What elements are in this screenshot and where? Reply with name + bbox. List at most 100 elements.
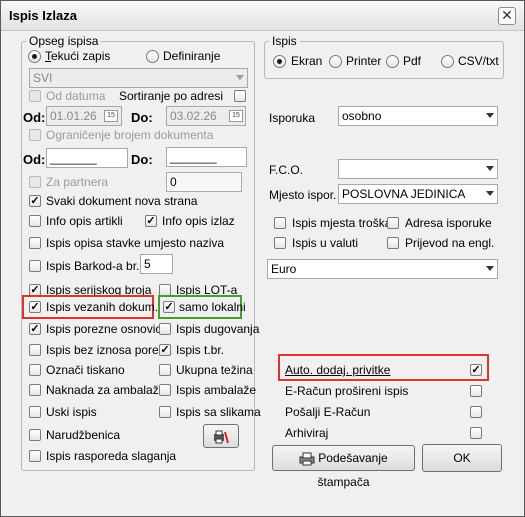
fco-select[interactable] bbox=[338, 159, 498, 179]
ispis-u-valuti-checkbox[interactable] bbox=[274, 237, 286, 249]
chevron-down-icon bbox=[486, 166, 494, 171]
ispis-barkoda-checkbox[interactable] bbox=[29, 260, 41, 272]
oznaci-tiskano-checkbox[interactable] bbox=[29, 364, 41, 376]
radio-ekran-label: Ekran bbox=[291, 54, 323, 68]
narudzbenica-checkbox[interactable] bbox=[29, 429, 41, 441]
ispis-mjesta-checkbox[interactable] bbox=[274, 217, 286, 229]
radio-printer[interactable] bbox=[329, 55, 342, 68]
radio-tekuci-zapis[interactable] bbox=[28, 50, 41, 63]
od-num-label: Od: bbox=[23, 152, 46, 167]
eracun-prosireni-checkbox[interactable] bbox=[470, 385, 482, 397]
radio-ekran[interactable] bbox=[273, 55, 286, 68]
ispis-dugovanja-checkbox[interactable] bbox=[159, 323, 171, 335]
ispis-vezanih-checkbox[interactable]: ✓ bbox=[29, 301, 41, 313]
num-from-input[interactable]: _______ bbox=[46, 148, 128, 168]
info-opis-artikli-checkbox[interactable] bbox=[29, 215, 41, 227]
ispis-porezne-checkbox[interactable]: ✓ bbox=[29, 323, 41, 335]
podesavanje-stampaca-button[interactable]: Podešavanje štampača bbox=[272, 445, 415, 489]
auto-dodaj-checkbox[interactable]: ✓ bbox=[470, 364, 482, 376]
ispis-ambalaze-checkbox[interactable] bbox=[159, 384, 171, 396]
ispis-dugovanja-label: Ispis dugovanja bbox=[176, 322, 260, 336]
ispis-sa-slikama-label: Ispis sa slikama bbox=[176, 405, 261, 419]
ispis-porezne-label: Ispis porezne osnovice bbox=[46, 322, 169, 336]
ispis-tbr-label: Ispis t.br. bbox=[176, 343, 225, 357]
ispis-tbr-checkbox[interactable]: ✓ bbox=[159, 344, 171, 356]
ok-button[interactable]: OK bbox=[422, 444, 502, 472]
ispis-bez-iznosa-label: Ispis bez iznosa poreza bbox=[46, 343, 172, 357]
radio-definiranje[interactable] bbox=[146, 50, 159, 63]
ispis-barkoda-label: Ispis Barkod-a br. : bbox=[46, 259, 147, 273]
scope-select[interactable]: SVI bbox=[29, 68, 248, 88]
date-from-value: 01.01.26 bbox=[50, 109, 97, 123]
date-to-value: 03.02.26 bbox=[170, 109, 217, 123]
podesavanje-label: Podešavanje štampača bbox=[317, 451, 388, 489]
auto-dodaj-label: Auto. dodaj. privitke bbox=[285, 363, 391, 377]
do-label: Do: bbox=[131, 110, 153, 125]
od-datuma-label: Od datuma bbox=[46, 89, 106, 103]
ispis-vezanih-label: Ispis vezanih dokum. bbox=[46, 300, 159, 314]
posalji-eracun-label: Pošalji E-Račun bbox=[285, 405, 371, 419]
arhiviraj-checkbox[interactable] bbox=[470, 427, 482, 439]
eracun-prosireni-label: E-Račun prošireni ispis bbox=[285, 384, 409, 398]
uski-ispis-label: Uski ispis bbox=[46, 405, 97, 419]
naknada-ambalazu-checkbox[interactable] bbox=[29, 384, 41, 396]
mjesto-select[interactable]: POSLOVNA JEDINICA bbox=[338, 184, 498, 204]
num-to-input[interactable]: _______ bbox=[166, 147, 247, 167]
prijevod-label: Prijevod na engl. bbox=[405, 236, 495, 250]
calendar-from-icon[interactable]: 15 bbox=[104, 110, 118, 122]
valuta-select[interactable]: Euro bbox=[267, 259, 498, 279]
ispis-legend: Ispis bbox=[272, 34, 297, 48]
calendar-to-icon[interactable]: 15 bbox=[229, 110, 243, 122]
num-from-value: _______ bbox=[50, 151, 97, 165]
scope-select-value: SVI bbox=[33, 71, 53, 85]
printer-settings-button[interactable] bbox=[203, 424, 239, 448]
za-partnera-label: Za partnera bbox=[46, 175, 109, 189]
narudzbenica-label: Narudžbenica bbox=[46, 428, 121, 442]
od-label: Od: bbox=[23, 110, 46, 125]
ispis-bez-iznosa-checkbox[interactable] bbox=[29, 344, 41, 356]
sortiranje-checkbox[interactable] bbox=[234, 90, 246, 102]
radio-csv[interactable] bbox=[441, 55, 454, 68]
mjesto-value: POSLOVNA JEDINICA bbox=[342, 187, 466, 201]
ispis-u-valuti-label: Ispis u valuti bbox=[292, 236, 359, 250]
isporuka-select[interactable]: osobno bbox=[338, 106, 498, 126]
posalji-eracun-checkbox[interactable] bbox=[470, 406, 482, 418]
ok-label: OK bbox=[453, 451, 471, 465]
radio-csv-label: CSV/txt bbox=[458, 54, 499, 68]
za-partnera-checkbox[interactable] bbox=[29, 176, 41, 188]
title-bar: Ispis Izlaza ✕ bbox=[1, 1, 524, 31]
ogranicenje-label: Ograničenje brojem dokumenta bbox=[46, 128, 214, 142]
chevron-down-icon bbox=[236, 75, 244, 80]
samo-lokalni-checkbox[interactable]: ✓ bbox=[163, 301, 175, 313]
info-opis-izlaz-checkbox[interactable]: ✓ bbox=[145, 215, 157, 227]
radio-definiranje-label: Definiranje bbox=[163, 49, 221, 63]
radio-pdf[interactable] bbox=[386, 55, 399, 68]
close-button[interactable]: ✕ bbox=[498, 7, 516, 25]
sortiranje-label: Sortiranje po adresi bbox=[119, 89, 224, 103]
adresa-isporuke-checkbox[interactable] bbox=[387, 217, 399, 229]
barkod-input[interactable]: 5 bbox=[140, 254, 173, 274]
info-opis-izlaz-label: Info opis izlaz bbox=[162, 214, 235, 228]
radio-tekuci-zapis-label: Tekući zapis bbox=[45, 49, 111, 63]
od-datuma-checkbox[interactable] bbox=[29, 90, 41, 102]
partner-input[interactable]: 0 bbox=[166, 172, 242, 192]
num-to-value: _______ bbox=[170, 150, 217, 164]
ispis-opisa-stavke-checkbox[interactable] bbox=[29, 237, 41, 249]
uski-ispis-checkbox[interactable] bbox=[29, 406, 41, 418]
svaki-dokument-checkbox[interactable]: ✓ bbox=[29, 195, 41, 207]
oznaci-tiskano-label: Označi tiskano bbox=[46, 363, 125, 377]
adresa-isporuke-label: Adresa isporuke bbox=[405, 216, 492, 230]
samo-lokalni-label: samo lokalni bbox=[179, 300, 246, 314]
ispis-rasporeda-checkbox[interactable] bbox=[29, 450, 41, 462]
prijevod-checkbox[interactable] bbox=[387, 237, 399, 249]
printer-settings-icon bbox=[214, 430, 229, 444]
ogranicenje-checkbox[interactable] bbox=[29, 129, 41, 141]
naknada-ambalazu-label: Naknada za ambalažu bbox=[46, 383, 166, 397]
ispis-mjesta-label: Ispis mjesta troška bbox=[292, 216, 392, 230]
ukupna-tezina-label: Ukupna težina bbox=[176, 363, 253, 377]
fco-label: F.C.O. bbox=[269, 163, 304, 177]
ispis-sa-slikama-checkbox[interactable] bbox=[159, 406, 171, 418]
ispis-rasporeda-label: Ispis rasporeda slaganja bbox=[46, 449, 177, 463]
radio-pdf-label: Pdf bbox=[403, 54, 422, 68]
ukupna-tezina-checkbox[interactable] bbox=[159, 364, 171, 376]
